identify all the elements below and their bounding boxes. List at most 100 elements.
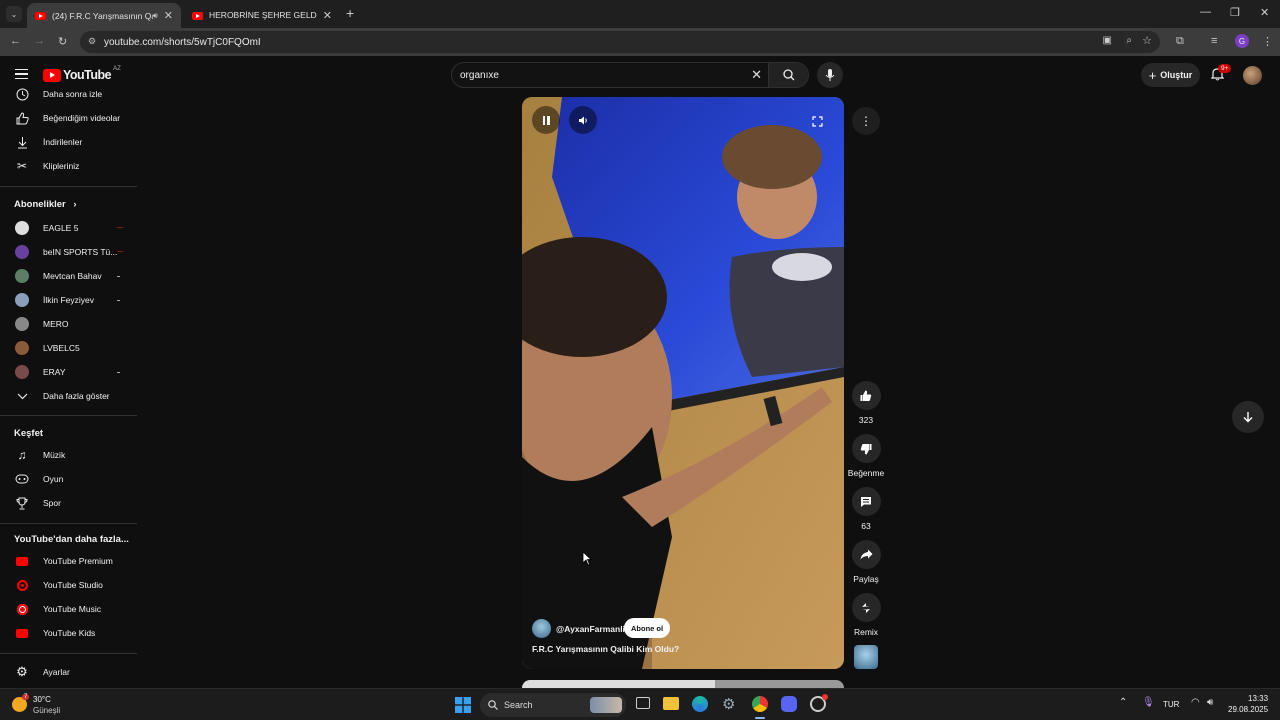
task-view-icon[interactable] <box>636 697 650 709</box>
dislike-button[interactable] <box>851 434 881 463</box>
new-tab-button[interactable]: + <box>346 5 354 21</box>
video-title[interactable]: F.R.C Yarışmasının Qalibi Kim Oldu? <box>532 644 679 654</box>
speaker-icon[interactable]: 🔊︎ <box>153 11 158 21</box>
youtube-favicon-icon <box>192 11 203 20</box>
browser-toolbar: ← → ↻ ⚙︎ youtube.com/shorts/5wTjC0FQOmI … <box>0 28 1280 56</box>
pause-button[interactable] <box>532 106 560 134</box>
sidebar-item-subscription[interactable]: EAGLE 5 <box>0 217 138 239</box>
shorts-video-player[interactable]: @AyxanFarmanli Abone ol F.R.C Yarışmasın… <box>522 97 844 669</box>
sidebar-item-settings[interactable]: ⚙︎ Ayarlar <box>0 661 138 683</box>
create-button[interactable]: + Oluştur <box>1141 63 1200 87</box>
clock-time[interactable]: 13:33 <box>1248 694 1268 703</box>
sidebar-item-gaming[interactable]: Oyun <box>0 468 138 490</box>
weather-widget[interactable]: 7 30°C Güneşli <box>12 694 72 718</box>
taskbar-search[interactable]: Search <box>480 693 626 717</box>
voice-search-button[interactable] <box>817 62 843 88</box>
share-button[interactable] <box>851 540 881 569</box>
chrome-icon[interactable] <box>752 696 768 712</box>
youtube-logo[interactable]: YouTube AZ <box>43 66 121 82</box>
scissors-icon: ✂ <box>16 159 28 173</box>
notifications-button[interactable]: 9+ <box>1210 64 1232 86</box>
forward-icon[interactable]: → <box>34 35 45 47</box>
edge-browser-icon[interactable] <box>692 696 708 712</box>
youtube-kids-icon <box>14 625 30 641</box>
download-icon <box>14 134 30 150</box>
tab-inactive[interactable]: HEROBRİNE ŞEHRE GELDİ! 😱 ✕ <box>184 3 340 28</box>
wifi-icon[interactable]: ◠ <box>1191 697 1200 708</box>
chevron-up-icon[interactable]: ⌃ <box>1119 697 1127 708</box>
settings-app-icon[interactable]: ⚙︎ <box>722 695 735 713</box>
sidebar-item-clips[interactable]: ✂ Klipleriniz <box>0 155 138 177</box>
sidebar-item-watch-later[interactable]: Daha sonra izle <box>0 83 138 105</box>
remix-action: Remix <box>851 593 881 637</box>
channel-handle[interactable]: @AyxanFarmanli <box>556 624 625 634</box>
sidebar-item-subscription[interactable]: LVBELC5 <box>0 337 138 359</box>
subscribe-button[interactable]: Abone ol <box>624 618 671 638</box>
sidebar-item-label: Klipleriniz <box>43 161 80 171</box>
address-bar[interactable]: ⚙︎ youtube.com/shorts/5wTjC0FQOmI ▣ ⌕ ☆ <box>80 31 1160 53</box>
tab-active[interactable]: (24) F.R.C Yarışmasının Qalibi 🔊︎ ✕ <box>27 3 181 28</box>
back-icon[interactable]: ← <box>10 35 21 47</box>
microphone-icon[interactable]: 🎙︎ <box>1142 697 1155 708</box>
next-video-button[interactable] <box>1232 401 1264 433</box>
sidebar-item-subscription[interactable]: Mevtcan Bahav <box>0 265 138 287</box>
zoom-icon[interactable]: ⌕ <box>1126 35 1132 46</box>
sidebar-item-music[interactable]: ♫ Müzik <box>0 444 138 466</box>
sidebar-item-youtube-premium[interactable]: YouTube Premium <box>0 550 138 572</box>
weather-desc: Güneşli <box>33 706 61 715</box>
sidebar-item-youtube-studio[interactable]: YouTube Studio <box>0 574 138 596</box>
site-info-icon[interactable]: ⚙︎ <box>88 36 96 47</box>
bookmark-star-icon[interactable]: ☆ <box>1142 34 1152 47</box>
minimize-icon[interactable]: — <box>1200 6 1211 18</box>
audio-source-thumbnail[interactable] <box>854 645 878 669</box>
close-tab-icon[interactable]: ✕ <box>323 9 332 22</box>
comments-button[interactable] <box>851 487 881 516</box>
sidebar-item-subscription[interactable]: ERAY <box>0 361 138 383</box>
restore-icon[interactable]: ❐ <box>1230 6 1240 19</box>
more-options-button[interactable]: ⋮ <box>852 107 880 135</box>
reload-icon[interactable]: ↻ <box>58 35 67 48</box>
search-input[interactable] <box>452 69 742 81</box>
media-control-icon[interactable]: ≡ <box>1211 35 1217 47</box>
start-button[interactable] <box>455 697 471 713</box>
file-explorer-icon[interactable] <box>663 697 679 710</box>
sidebar-item-downloads[interactable]: İndirilenler <box>0 131 138 153</box>
close-window-icon[interactable]: ✕ <box>1260 6 1269 19</box>
sidebar-item-sports[interactable]: Spor <box>0 492 138 514</box>
volume-button[interactable] <box>569 106 597 134</box>
cast-icon[interactable]: ▣ <box>1103 35 1112 46</box>
extensions-icon[interactable]: ⧉ <box>1176 35 1184 48</box>
search-button[interactable] <box>768 63 808 87</box>
sidebar-item-label: EAGLE 5 <box>43 223 79 233</box>
remix-button[interactable] <box>851 593 881 622</box>
profile-avatar[interactable]: G <box>1235 34 1249 48</box>
clock-date[interactable]: 29.08.2025 <box>1228 705 1268 714</box>
more-menu-icon[interactable]: ⋮ <box>1262 35 1273 48</box>
clear-search-icon[interactable]: ✕ <box>751 67 762 83</box>
weather-badge: 7 <box>22 694 30 700</box>
sidebar-item-subscription[interactable]: MERO <box>0 313 138 335</box>
comment-count: 63 <box>861 521 871 531</box>
show-more-button[interactable]: Daha fazla göster <box>0 385 138 407</box>
search-box: ✕ <box>451 62 809 88</box>
arrow-down-icon <box>1243 412 1253 423</box>
sidebar-item-subscription[interactable]: beIN SPORTS Tü... <box>0 241 138 263</box>
tab-search-button[interactable]: ⌄ <box>6 6 22 22</box>
channel-avatar[interactable] <box>532 619 551 638</box>
sidebar-item-label: Daha fazla göster <box>43 391 110 401</box>
like-button[interactable] <box>851 381 881 410</box>
hamburger-menu-icon[interactable] <box>15 69 28 79</box>
sidebar-item-liked-videos[interactable]: Beğendiğim videolar <box>0 107 138 129</box>
subscriptions-heading[interactable]: Abonelikler › <box>14 199 77 210</box>
sidebar-item-youtube-kids[interactable]: YouTube Kids <box>0 622 138 644</box>
close-tab-icon[interactable]: ✕ <box>164 9 173 22</box>
channel-avatar <box>15 293 29 307</box>
input-language[interactable]: TUR <box>1163 700 1179 709</box>
next-video-preview[interactable] <box>522 680 844 688</box>
sidebar-item-youtube-music[interactable]: YouTube Music <box>0 598 138 620</box>
sidebar-item-subscription[interactable]: İlkin Feyziyev <box>0 289 138 311</box>
volume-icon[interactable]: 🔊︎ <box>1207 697 1213 708</box>
user-avatar[interactable] <box>1243 66 1262 85</box>
fullscreen-button[interactable] <box>812 114 823 132</box>
discord-icon[interactable] <box>781 696 797 712</box>
